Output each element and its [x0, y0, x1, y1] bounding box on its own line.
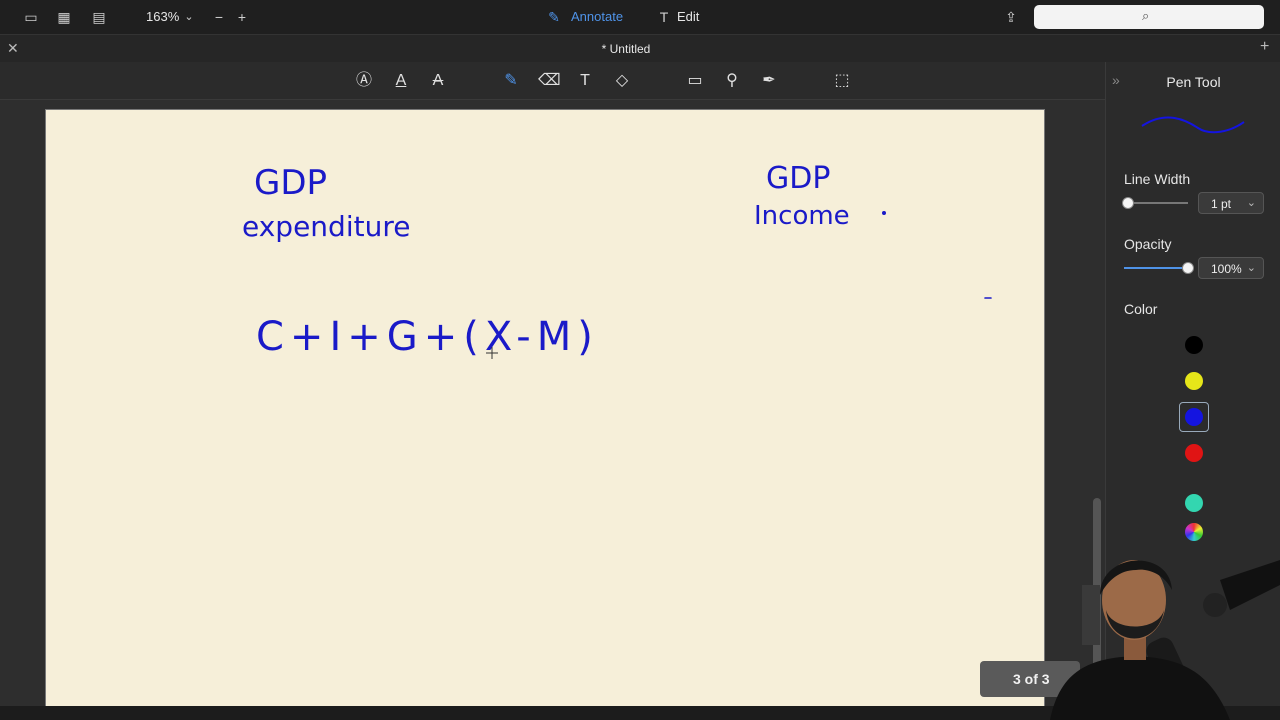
color-label: Color	[1124, 301, 1158, 317]
document-tab-bar: ✕ * Untitled +	[0, 34, 1280, 62]
stamp-icon[interactable]: ⚲	[722, 71, 742, 91]
text-strikethrough-icon[interactable]: A	[428, 71, 448, 91]
zoom-level[interactable]: 163%	[146, 9, 179, 24]
pen-tool-icon[interactable]: ✎	[501, 71, 521, 91]
zoom-in-icon[interactable]: +	[233, 8, 251, 26]
reader-view-icon[interactable]: ▤	[90, 8, 108, 26]
line-width-label: Line Width	[1124, 171, 1191, 187]
text-highlight-icon[interactable]: Ⓐ	[354, 71, 374, 91]
opacity-select[interactable]: 100% ⌄	[1198, 257, 1264, 279]
opacity-label: Opacity	[1124, 236, 1172, 252]
document-page[interactable]: GDP expenditure GDP Income C+I+G+(X-M)	[45, 109, 1045, 709]
line-width-value: 1 pt	[1211, 197, 1232, 211]
handwritten-right-title-line2: Income	[754, 201, 850, 231]
annotate-pencil-icon: ✎	[548, 9, 560, 25]
handwritten-left-title-line2: expenditure	[242, 210, 410, 243]
search-icon: ⌕	[1142, 8, 1150, 23]
ink-strokes: GDP expenditure GDP Income C+I+G+(X-M)	[242, 161, 992, 360]
top-toolbar: ▭ ▦ ▤ 163% ⌄ − + ✎ Annotate T Edit ⇪ ⌕	[0, 0, 1280, 34]
text-underline-icon[interactable]: A	[391, 71, 411, 91]
share-icon[interactable]: ⇪	[1002, 8, 1020, 26]
custom-color-wheel-icon[interactable]	[1185, 523, 1203, 541]
annotate-mode-button[interactable]: Annotate	[571, 9, 623, 24]
chevron-down-icon: ⌄	[1246, 197, 1256, 209]
handwriting-layer: GDP expenditure GDP Income C+I+G+(X-M)	[242, 161, 992, 360]
color-swatch[interactable]	[1185, 444, 1203, 462]
opacity-slider-fill	[1124, 267, 1188, 269]
note-comment-icon[interactable]: ▭	[685, 71, 705, 91]
stroke-preview	[1141, 116, 1245, 134]
opacity-slider-knob[interactable]	[1182, 262, 1194, 274]
sidebar-toggle-icon[interactable]: ▭	[22, 8, 40, 26]
webcam-presenter-overlay	[1050, 560, 1280, 720]
line-width-select[interactable]: 1 pt ⌄	[1198, 192, 1264, 214]
handwritten-right-title-line1: GDP	[766, 161, 830, 196]
color-swatch[interactable]	[1185, 336, 1203, 354]
color-swatch[interactable]	[1185, 372, 1203, 390]
color-swatch[interactable]	[1185, 494, 1203, 512]
shapes-icon[interactable]: ◇	[612, 71, 632, 91]
document-title: * Untitled	[601, 42, 651, 56]
document-canvas: GDP expenditure GDP Income C+I+G+(X-M) 3…	[0, 100, 1105, 709]
line-width-slider-knob[interactable]	[1122, 197, 1134, 209]
edit-text-icon: T	[659, 9, 669, 25]
text-box-icon[interactable]: T	[575, 71, 595, 91]
selection-marquee-icon[interactable]: ⬚	[832, 71, 852, 91]
eraser-icon[interactable]: ⌫	[538, 71, 561, 91]
opacity-slider[interactable]	[1124, 262, 1194, 274]
ink-dot	[881, 211, 886, 216]
zoom-out-icon[interactable]: −	[210, 8, 228, 26]
zoom-dropdown-chevron-icon[interactable]: ⌄	[180, 8, 198, 26]
grid-view-icon[interactable]: ▦	[55, 8, 73, 26]
color-swatch[interactable]	[1185, 408, 1203, 426]
handwritten-formula: C+I+G+(X-M)	[256, 314, 599, 360]
edit-mode-button[interactable]: Edit	[677, 9, 699, 24]
search-field[interactable]: ⌕	[1034, 5, 1264, 29]
line-width-slider[interactable]	[1122, 197, 1188, 209]
annotation-toolbar: Ⓐ A A ✎ ⌫ T ◇ ▭ ⚲ ✒ ⬚	[0, 62, 1105, 100]
handwritten-left-title-line1: GDP	[254, 163, 327, 203]
opacity-value: 100%	[1211, 262, 1242, 276]
panel-title: Pen Tool	[1166, 74, 1221, 90]
new-tab-icon[interactable]: +	[1260, 38, 1269, 56]
chevron-down-icon: ⌄	[1246, 262, 1256, 274]
signature-pen-icon[interactable]: ✒	[759, 71, 779, 91]
